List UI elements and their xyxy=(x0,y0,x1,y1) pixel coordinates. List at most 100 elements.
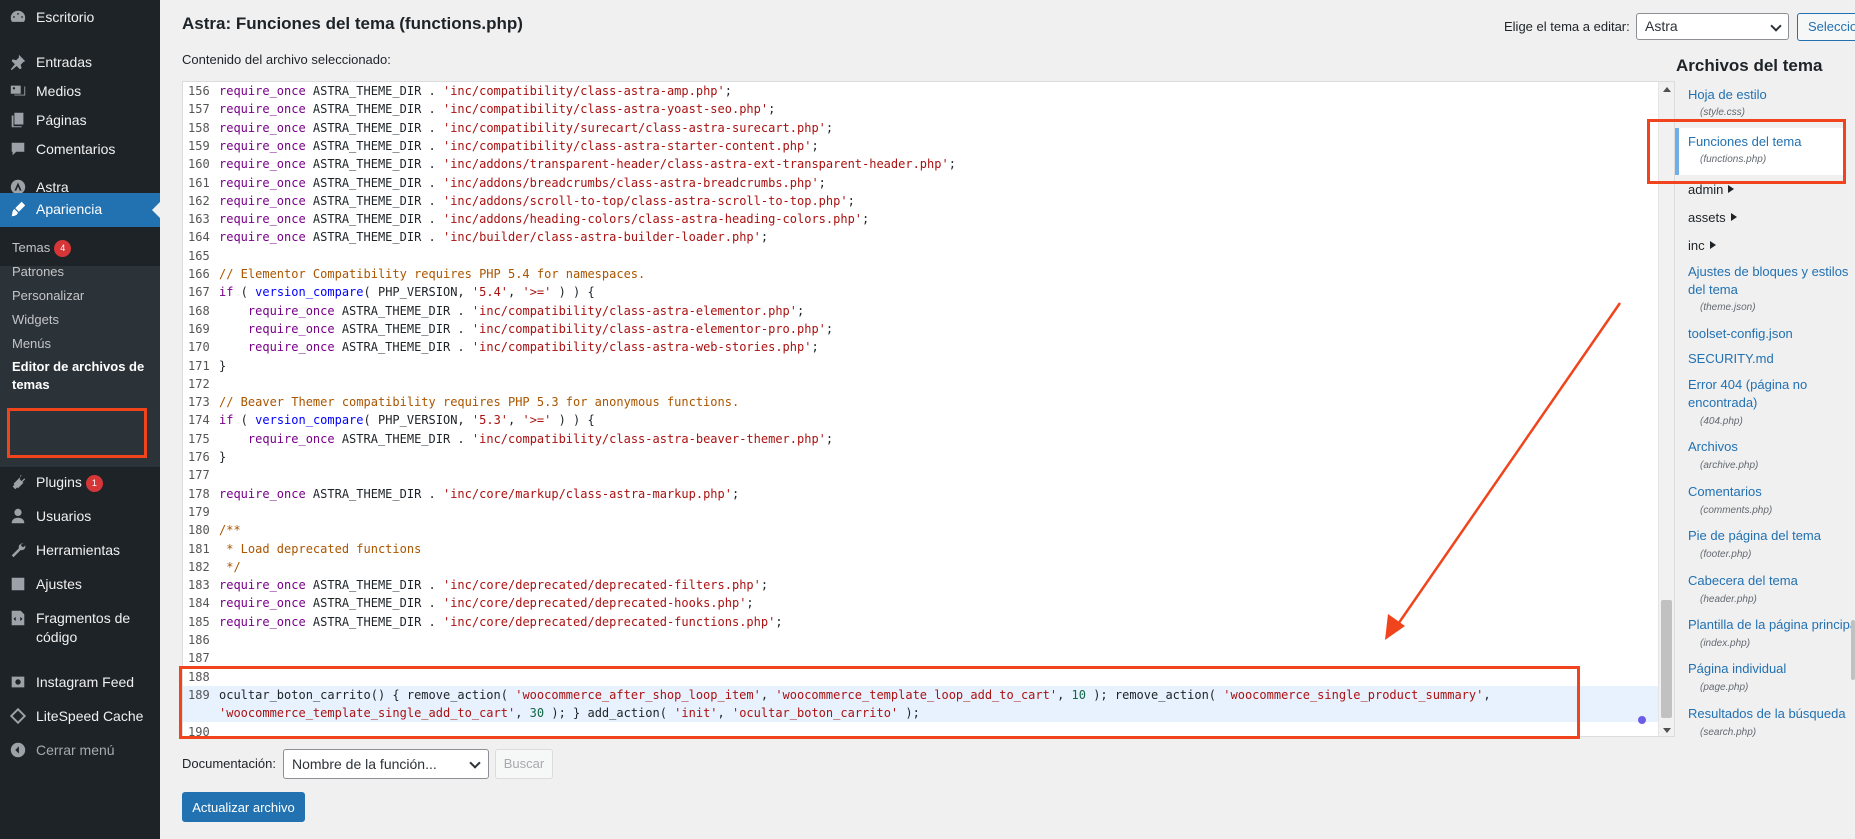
code-line[interactable]: 174 if ( version_compare( PHP_VERSION, '5… xyxy=(183,411,1658,429)
code-line[interactable]: 177 xyxy=(183,466,1658,484)
scroll-down-icon[interactable] xyxy=(1663,728,1671,733)
file-link-header[interactable]: Cabecera del tema xyxy=(1688,572,1853,590)
sidebar-item-apariencia[interactable]: Apariencia xyxy=(0,193,160,227)
code-text: require_once ASTRA_THEME_DIR . 'inc/core… xyxy=(219,576,768,594)
code-line[interactable]: 175 require_once ASTRA_THEME_DIR . 'inc/… xyxy=(183,430,1658,448)
file-link-comments[interactable]: Comentarios xyxy=(1688,483,1853,501)
code-token: 'inc/compatibility/class-astra-yoast-seo… xyxy=(442,102,769,117)
code-line[interactable]: 161 require_once ASTRA_THEME_DIR . 'inc/a… xyxy=(183,174,1658,192)
code-token: version_compare xyxy=(255,285,364,300)
submenu-item-temas[interactable]: Temas 4 xyxy=(12,239,152,257)
code-line[interactable]: 183 require_once ASTRA_THEME_DIR . 'inc/c… xyxy=(183,576,1658,594)
sidebar-item-ajustes[interactable]: Ajustes xyxy=(0,575,160,594)
code-line[interactable]: 187 xyxy=(183,649,1658,667)
folder-admin[interactable]: admin xyxy=(1688,182,1735,197)
code-token: * Load deprecated functions xyxy=(219,541,422,556)
sidebar-collapse-menu[interactable]: Cerrar menú xyxy=(0,741,160,760)
code-line[interactable]: 185 require_once ASTRA_THEME_DIR . 'inc/c… xyxy=(183,613,1658,631)
code-line[interactable]: 173 // Beaver Themer compatibility requir… xyxy=(183,393,1658,411)
code-text: require_once ASTRA_THEME_DIR . 'inc/buil… xyxy=(219,228,768,246)
code-line[interactable]: 157 require_once ASTRA_THEME_DIR . 'inc/c… xyxy=(183,100,1658,118)
code-line[interactable]: 176} xyxy=(183,448,1658,466)
code-line[interactable]: 170 require_once ASTRA_THEME_DIR . 'inc/… xyxy=(183,338,1658,356)
folder-inc[interactable]: inc xyxy=(1688,238,1716,253)
editor-scrollbar[interactable] xyxy=(1658,82,1674,736)
folder-assets[interactable]: assets xyxy=(1688,210,1737,225)
sidebar-item-comentarios[interactable]: Comentarios xyxy=(0,140,160,159)
sidebar-item-escritorio[interactable]: Escritorio xyxy=(0,8,160,27)
line-number: 174 xyxy=(188,413,210,428)
code-line[interactable]: 186 xyxy=(183,631,1658,649)
submenu-item-widgets[interactable]: Widgets xyxy=(12,311,152,329)
code-line[interactable]: 163 require_once ASTRA_THEME_DIR . 'inc/a… xyxy=(183,210,1658,228)
sidebar-item-usuarios[interactable]: Usuarios xyxy=(0,507,160,526)
code-line[interactable]: 156 require_once ASTRA_THEME_DIR . 'inc/c… xyxy=(183,82,1658,100)
scroll-up-icon[interactable] xyxy=(1663,87,1671,92)
sidebar-item-instagram-feed[interactable]: Instagram Feed xyxy=(0,673,160,692)
file-link-footer[interactable]: Pie de página del tema xyxy=(1688,527,1853,545)
sidebar-item-medios[interactable]: Medios xyxy=(0,82,160,101)
file-link-security-md[interactable]: SECURITY.md xyxy=(1688,350,1853,368)
code-line[interactable]: 164 require_once ASTRA_THEME_DIR . 'inc/b… xyxy=(183,228,1658,246)
line-number: 177 xyxy=(188,468,210,483)
sidebar-item-entradas[interactable]: Entradas xyxy=(0,53,160,72)
scroll-thumb[interactable] xyxy=(1661,600,1672,718)
sidebar-item-herramientas[interactable]: Herramientas xyxy=(0,541,160,560)
sidebar-item-fragmentos[interactable]: Fragmentos de código xyxy=(0,609,160,647)
code-editor[interactable]: 156 require_once ASTRA_THEME_DIR . 'inc/c… xyxy=(182,81,1675,737)
folder-label: assets xyxy=(1688,210,1726,225)
submenu-item-theme-file-editor[interactable]: Editor de archivos de temas xyxy=(12,358,152,394)
documentation-select[interactable]: Nombre de la función... xyxy=(283,749,489,779)
code-line[interactable]: 160 require_once ASTRA_THEME_DIR . 'inc/a… xyxy=(183,155,1658,173)
code-line[interactable]: 169 require_once ASTRA_THEME_DIR . 'inc/… xyxy=(183,320,1658,338)
code-token: ; xyxy=(825,431,834,446)
theme-select[interactable]: Astra xyxy=(1636,13,1789,40)
comment-icon xyxy=(0,140,36,158)
file-link-index[interactable]: Plantilla de la página principal xyxy=(1688,616,1855,634)
file-link-functions-php[interactable]: Funciones del tema xyxy=(1688,133,1853,151)
select-theme-button[interactable]: Seleccionar xyxy=(1797,13,1855,41)
search-docs-button[interactable]: Buscar xyxy=(495,749,553,779)
file-link-404[interactable]: Error 404 (página no encontrada) xyxy=(1688,376,1853,412)
sidebar-item-litespeed[interactable]: LiteSpeed Cache xyxy=(0,707,160,726)
code-line[interactable]: 179 xyxy=(183,503,1658,521)
line-number: 188 xyxy=(188,669,210,684)
code-line[interactable]: 166 // Elementor Compatibility requires P… xyxy=(183,265,1658,283)
line-number: 167 xyxy=(188,285,210,300)
file-link-style-css[interactable]: Hoja de estilo xyxy=(1688,86,1853,104)
code-line[interactable]: 184 require_once ASTRA_THEME_DIR . 'inc/c… xyxy=(183,594,1658,612)
file-link-search[interactable]: Resultados de la búsqueda xyxy=(1688,705,1853,723)
file-link-page[interactable]: Página individual xyxy=(1688,660,1853,678)
file-link-theme-json[interactable]: Ajustes de bloques y estilos del tema xyxy=(1688,263,1853,299)
code-line[interactable]: 'woocommerce_template_single_add_to_cart… xyxy=(183,704,1658,723)
code-line[interactable]: 172 xyxy=(183,375,1658,393)
code-line[interactable]: 158 require_once ASTRA_THEME_DIR . 'inc/c… xyxy=(183,119,1658,137)
code-line[interactable]: 168 require_once ASTRA_THEME_DIR . 'inc/… xyxy=(183,302,1658,320)
code-line[interactable]: 188 xyxy=(183,668,1658,686)
code-line[interactable]: 165 xyxy=(183,247,1658,265)
submenu-item-menus[interactable]: Menús xyxy=(12,335,152,353)
file-link-archive[interactable]: Archivos xyxy=(1688,438,1853,456)
code-line[interactable]: 162 require_once ASTRA_THEME_DIR . 'inc/a… xyxy=(183,192,1658,210)
code-line[interactable]: 182 */ xyxy=(183,558,1658,576)
code-line[interactable]: 171} xyxy=(183,357,1658,375)
update-file-button[interactable]: Actualizar archivo xyxy=(182,792,305,822)
code-token: 'inc/core/markup/class-astra-markup.php' xyxy=(442,486,732,501)
file-link-toolset-config[interactable]: toolset-config.json xyxy=(1688,325,1853,343)
code-line[interactable]: 190 xyxy=(183,723,1658,737)
submenu-item-personalizar[interactable]: Personalizar xyxy=(12,287,152,305)
code-token: require_once xyxy=(219,102,306,117)
code-line[interactable]: 159 require_once ASTRA_THEME_DIR . 'inc/c… xyxy=(183,137,1658,155)
code-text: require_once ASTRA_THEME_DIR . 'inc/comp… xyxy=(219,320,833,338)
code-line[interactable]: 181 * Load deprecated functions xyxy=(183,540,1658,558)
code-line[interactable]: 189 ocultar_boton_carrito() { remove_acti… xyxy=(183,685,1658,704)
code-token: // Elementor Compatibility requires PHP … xyxy=(219,267,646,281)
sidebar-item-paginas[interactable]: Páginas xyxy=(0,111,160,130)
code-line[interactable]: 178 require_once ASTRA_THEME_DIR . 'inc/c… xyxy=(183,485,1658,503)
sidebar-item-plugins[interactable]: Plugins 1 xyxy=(0,473,160,492)
code-line[interactable]: 180 /** xyxy=(183,521,1658,539)
code-line[interactable]: 167 if ( version_compare( PHP_VERSION, '5… xyxy=(183,283,1658,301)
files-panel-scrollbar[interactable] xyxy=(1851,620,1855,680)
submenu-item-patrones[interactable]: Patrones xyxy=(12,263,152,281)
